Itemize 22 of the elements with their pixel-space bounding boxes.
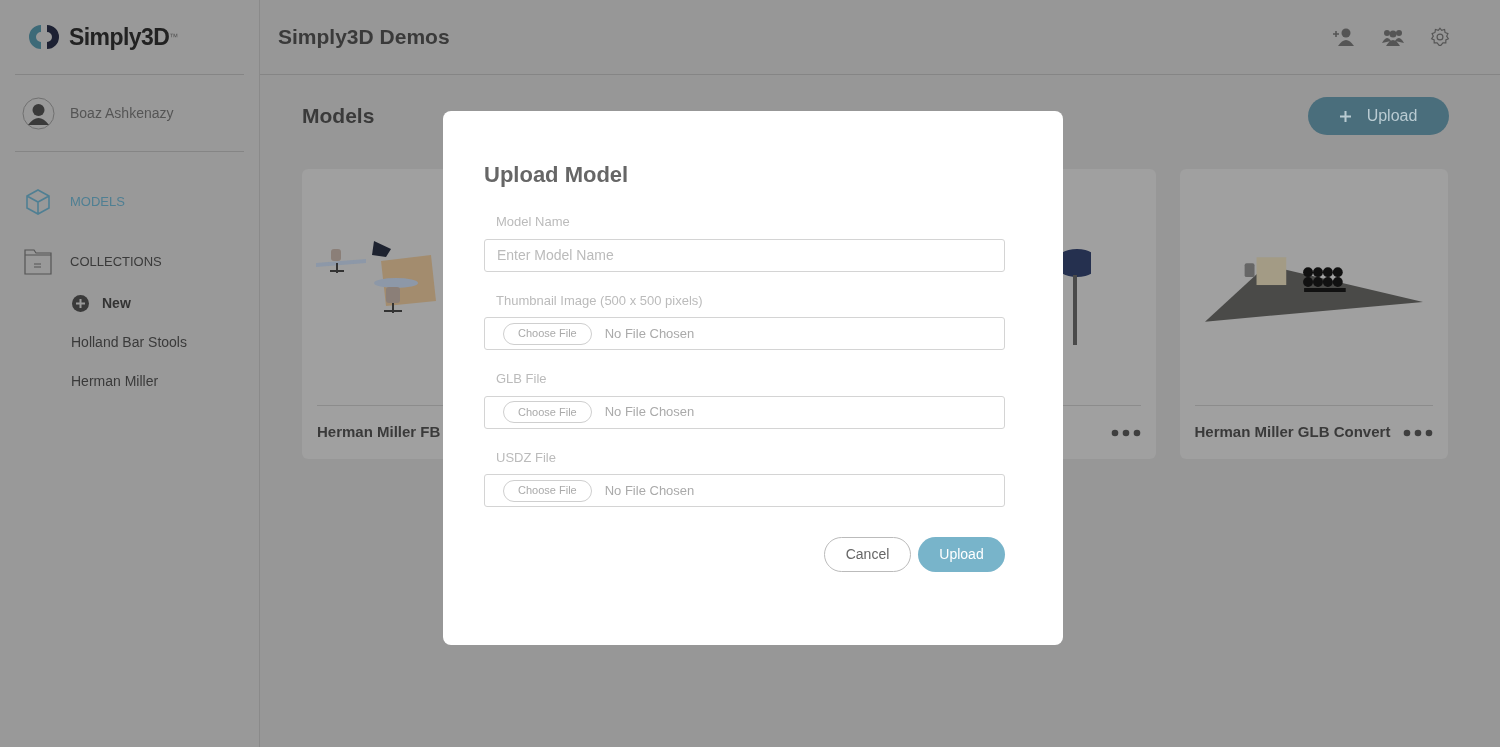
- file-status: No File Chosen: [604, 481, 695, 500]
- nav-item[interactable]: COLLECTIONS: [24, 232, 259, 292]
- file-status: No File Chosen: [604, 403, 695, 422]
- model-name-field[interactable]: Enter Model Name: [484, 238, 1005, 272]
- upload-button[interactable]: Upload: [1308, 97, 1449, 135]
- section-title: Models: [302, 103, 375, 130]
- field-label: GLB File: [496, 370, 548, 388]
- new-collection-button[interactable]: New: [72, 292, 259, 314]
- brand-name: Simply3D$^{™}$: [69, 22, 178, 52]
- file-field[interactable]: Choose File No File Chosen: [484, 317, 1005, 350]
- file-field[interactable]: Choose File No File Chosen: [484, 474, 1005, 507]
- model-title: Herman Miller FB: [317, 422, 441, 443]
- field-label: Model Name: [496, 213, 571, 231]
- file-status: No File Chosen: [604, 324, 695, 343]
- collection-item[interactable]: Holland Bar Stools: [71, 332, 259, 353]
- collection-item[interactable]: Herman Miller: [71, 371, 259, 392]
- page-header-title: Simply3D Demos: [278, 24, 450, 51]
- file-field[interactable]: Choose File No File Chosen: [484, 395, 1005, 429]
- submit-button[interactable]: Upload: [918, 537, 1005, 572]
- user-name: Boaz Ashkenazy: [70, 103, 174, 123]
- model-card[interactable]: Herman Miller GLB Convert: [1179, 169, 1448, 459]
- model-title: Herman Miller GLB Convert: [1194, 422, 1391, 443]
